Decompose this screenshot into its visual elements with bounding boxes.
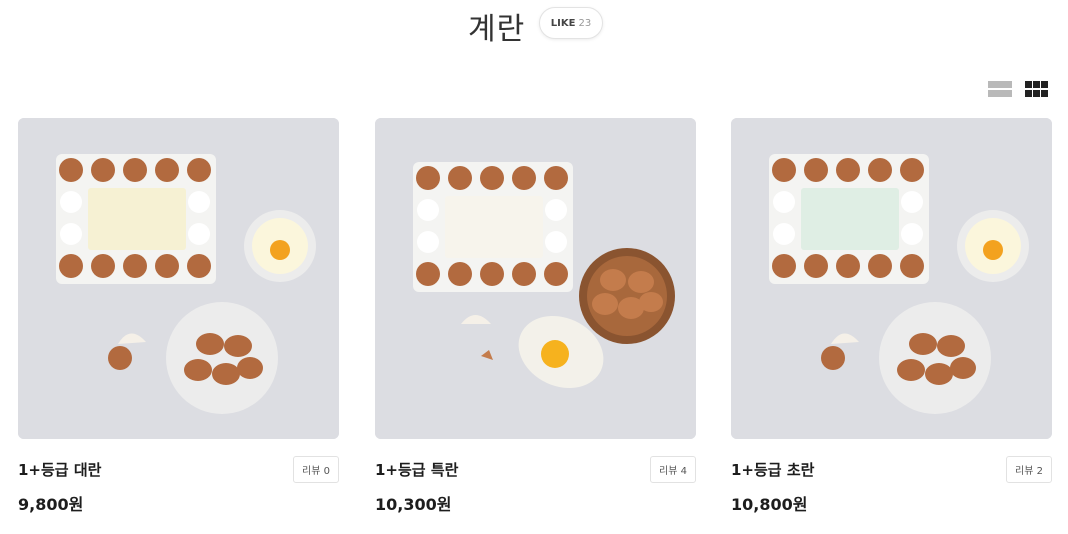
product-image[interactable]	[18, 118, 339, 439]
like-label: LIKE	[550, 17, 576, 29]
product-card[interactable]: 1+등급 초란 리뷰 2 10,800원	[731, 118, 1052, 514]
product-price: 9,800원	[18, 495, 84, 514]
egg-photo	[375, 118, 696, 439]
product-card[interactable]: 1+등급 대란 리뷰 0 9,800원	[18, 118, 339, 514]
egg-photo	[731, 118, 1052, 439]
grid-view-icon[interactable]	[1025, 80, 1049, 98]
review-button[interactable]: 리뷰 0	[293, 456, 339, 483]
page-title: 계란	[468, 12, 526, 47]
review-button[interactable]: 리뷰 4	[650, 456, 696, 483]
product-price: 10,800원	[731, 495, 808, 514]
review-button[interactable]: 리뷰 2	[1006, 456, 1052, 483]
product-image[interactable]	[375, 118, 696, 439]
view-toggle-group	[988, 80, 1050, 98]
egg-photo	[18, 118, 339, 439]
product-image[interactable]	[731, 118, 1052, 439]
page-header: 계란 LIKE 23	[0, 0, 1068, 50]
like-button[interactable]: LIKE 23	[539, 7, 603, 39]
product-name[interactable]: 1+등급 초란	[731, 459, 814, 480]
product-name[interactable]: 1+등급 대란	[18, 459, 101, 480]
product-price: 10,300원	[375, 495, 452, 514]
product-name[interactable]: 1+등급 특란	[375, 459, 458, 480]
product-card[interactable]: 1+등급 특란 리뷰 4 10,300원	[375, 118, 696, 514]
like-count: 23	[578, 17, 592, 29]
list-view-icon[interactable]	[988, 80, 1012, 98]
